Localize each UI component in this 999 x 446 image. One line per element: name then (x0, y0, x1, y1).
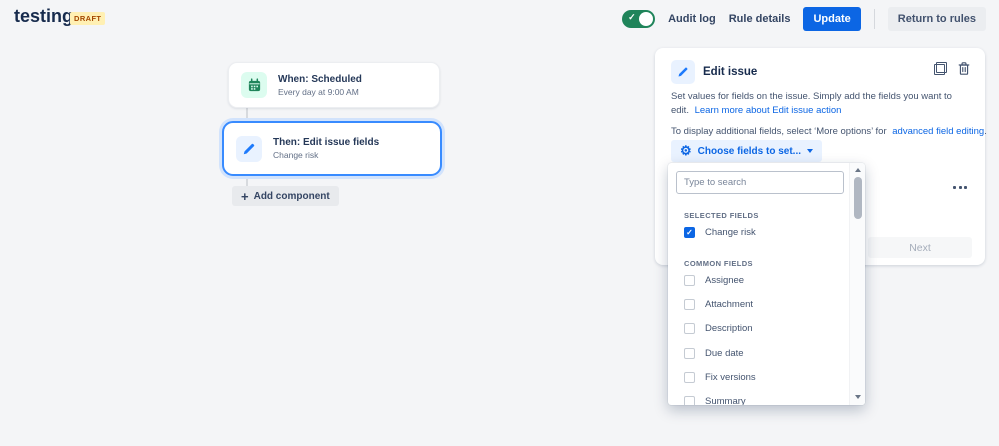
add-component-label: Add component (254, 191, 330, 202)
field-option-fix-versions[interactable]: Fix versions (684, 370, 756, 384)
panel-additional-note: To display additional fields, select ‘Mo… (671, 125, 971, 139)
selected-fields-header: SELECTED FIELDS (684, 211, 759, 220)
return-to-rules-button[interactable]: Return to rules (888, 7, 986, 31)
checkbox-icon[interactable] (684, 323, 695, 334)
field-option-attachment[interactable]: Attachment (684, 297, 753, 311)
duplicate-icon[interactable] (934, 62, 947, 75)
trigger-card-text: When: Scheduled Every day at 9:00 AM (278, 74, 362, 97)
rule-details-link[interactable]: Rule details (729, 13, 791, 25)
action-card-subtitle: Change risk (273, 150, 379, 160)
gear-icon (680, 144, 692, 158)
scroll-up-icon[interactable] (855, 168, 861, 172)
scrollbar[interactable] (849, 163, 865, 405)
delete-icon[interactable] (957, 61, 971, 76)
common-fields-header: COMMON FIELDS (684, 259, 753, 268)
field-option-label: Assignee (705, 275, 744, 286)
additional-text: To display additional fields, select ‘Mo… (671, 126, 887, 137)
field-option-assignee[interactable]: Assignee (684, 273, 744, 287)
action-card-edit-issue[interactable]: Then: Edit issue fields Change risk (222, 121, 442, 176)
checkbox-icon[interactable] (684, 372, 695, 383)
pencil-icon (236, 136, 262, 162)
action-card-title: Then: Edit issue fields (273, 137, 379, 148)
more-options-icon[interactable] (953, 186, 967, 189)
fields-dropdown: SELECTED FIELDS Change risk COMMON FIELD… (668, 163, 865, 405)
checkbox-icon[interactable] (684, 275, 695, 286)
field-option-label: Fix versions (705, 372, 756, 383)
choose-fields-label: Choose fields to set... (698, 146, 801, 157)
plus-icon (241, 189, 249, 204)
trigger-card-scheduled[interactable]: When: Scheduled Every day at 9:00 AM (228, 62, 440, 108)
trigger-card-title: When: Scheduled (278, 74, 362, 85)
audit-log-link[interactable]: Audit log (668, 13, 716, 25)
chevron-down-icon (807, 149, 813, 153)
field-option-label: Description (705, 323, 753, 334)
panel-actions (934, 61, 971, 76)
field-option-due-date[interactable]: Due date (684, 346, 744, 360)
add-component-button[interactable]: Add component (232, 186, 339, 206)
additional-suffix: . (984, 126, 987, 137)
learn-more-link[interactable]: Learn more about Edit issue action (695, 105, 842, 116)
scrollbar-thumb[interactable] (854, 177, 862, 219)
next-button[interactable]: Next (868, 237, 972, 258)
search-input[interactable] (676, 171, 844, 194)
action-card-text: Then: Edit issue fields Change risk (273, 137, 379, 160)
panel-title: Edit issue (703, 66, 757, 78)
field-option-summary[interactable]: Summary (684, 394, 746, 405)
field-option-label: Summary (705, 396, 746, 406)
checkbox-icon[interactable] (684, 299, 695, 310)
connector-line (246, 108, 248, 122)
pencil-icon (671, 60, 695, 84)
field-option-description[interactable]: Description (684, 321, 753, 335)
field-option-label: Change risk (705, 227, 756, 238)
status-badge: DRAFT (70, 12, 105, 25)
choose-fields-button[interactable]: Choose fields to set... (671, 140, 822, 162)
advanced-field-editing-link[interactable]: advanced field editing (892, 126, 984, 137)
field-option-change-risk[interactable]: Change risk (684, 225, 756, 239)
toggle-knob (639, 12, 653, 26)
scroll-down-icon[interactable] (855, 395, 861, 399)
calendar-icon (241, 72, 267, 98)
checkbox-icon[interactable] (684, 348, 695, 359)
checkbox-checked-icon[interactable] (684, 227, 695, 238)
checkbox-icon[interactable] (684, 396, 695, 406)
check-icon (628, 12, 636, 23)
rule-enabled-toggle[interactable] (622, 10, 655, 28)
field-option-label: Due date (705, 348, 744, 359)
automation-rule-builder: testing DRAFT Audit log Rule details Upd… (0, 0, 999, 446)
divider (874, 9, 875, 29)
page-title: testing (14, 6, 73, 27)
panel-description: Set values for fields on the issue. Simp… (671, 90, 971, 118)
header-controls: Audit log Rule details Update Return to … (622, 7, 986, 31)
field-option-label: Attachment (705, 299, 753, 310)
update-button[interactable]: Update (803, 7, 860, 31)
trigger-card-subtitle: Every day at 9:00 AM (278, 87, 362, 97)
